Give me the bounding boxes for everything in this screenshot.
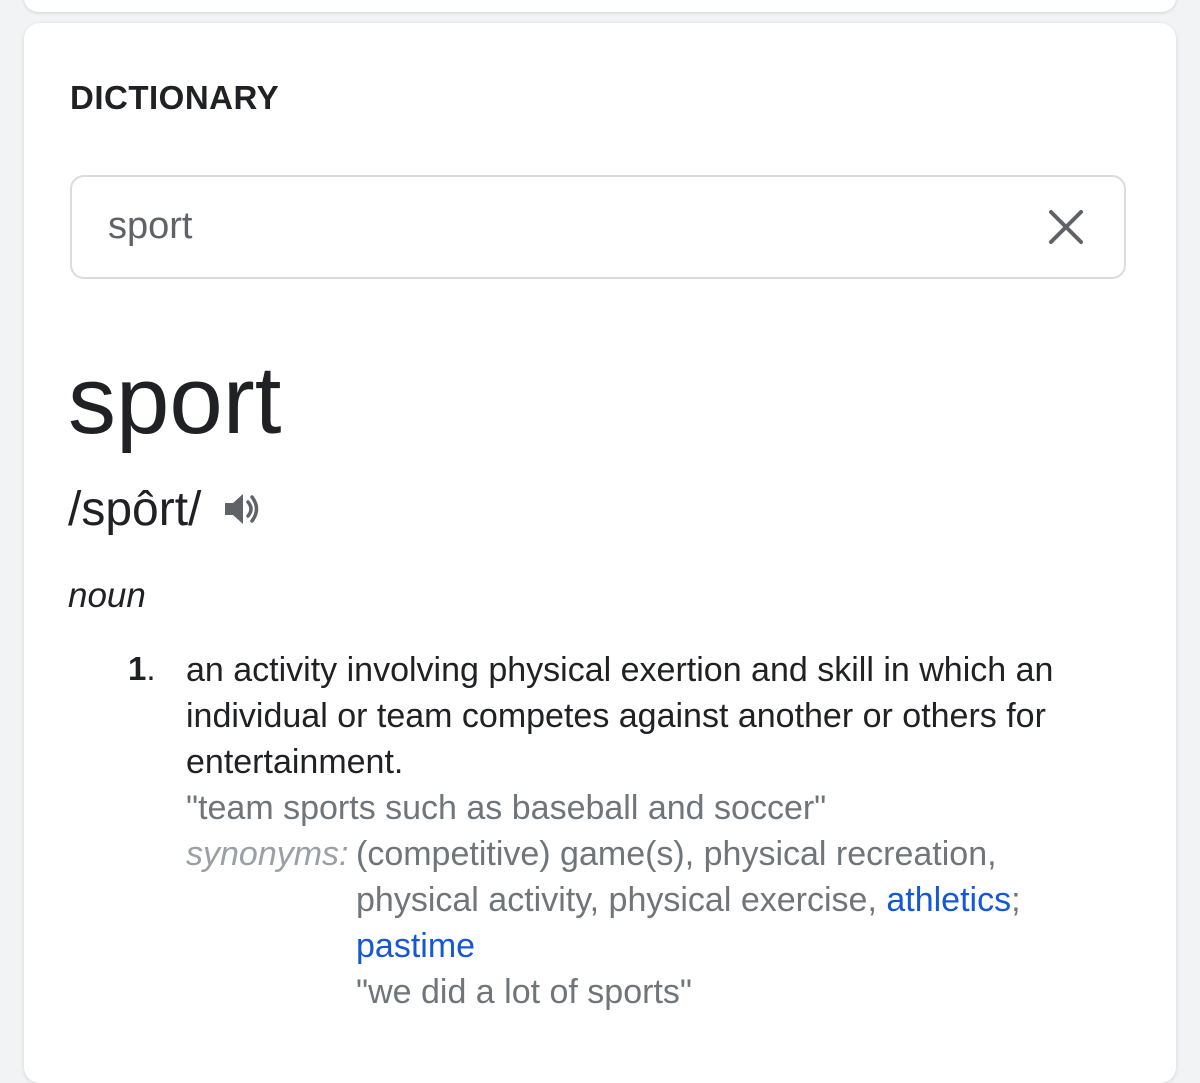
definition-text: an activity involving physical exertion … bbox=[186, 651, 1054, 781]
part-of-speech: noun bbox=[68, 576, 146, 615]
dictionary-card: DICTIONARY sport sport /spôrt/ noun 1. a… bbox=[24, 23, 1176, 1083]
definition-body: an activity involving physical exertion … bbox=[186, 647, 1126, 1015]
synonyms-label: synonyms: bbox=[186, 835, 349, 873]
synonym-link-pastime[interactable]: pastime bbox=[356, 927, 475, 965]
close-icon[interactable] bbox=[1046, 207, 1086, 247]
previous-card bbox=[24, 0, 1176, 12]
dictionary-search-box[interactable]: sport bbox=[70, 175, 1126, 279]
example-sentence-2: "we did a lot of sports" bbox=[356, 973, 692, 1011]
pronunciation-row: /spôrt/ bbox=[68, 479, 265, 539]
headword: sport bbox=[68, 347, 282, 454]
synonym-link-athletics[interactable]: athletics bbox=[886, 881, 1011, 919]
search-input[interactable]: sport bbox=[108, 205, 192, 248]
phonetic-text: /spôrt/ bbox=[68, 482, 202, 536]
speaker-icon[interactable] bbox=[221, 487, 265, 531]
synonyms-row: synonyms: (competitive) game(s), physica… bbox=[186, 831, 1126, 969]
synonyms-separator: ; bbox=[1011, 881, 1021, 919]
synonyms-list: (competitive) game(s), physical recreati… bbox=[356, 831, 1126, 969]
definition-number: 1. bbox=[128, 650, 156, 687]
definition-number-value: 1 bbox=[128, 650, 147, 687]
section-title: DICTIONARY bbox=[70, 79, 280, 116]
example-sentence: "team sports such as baseball and soccer… bbox=[186, 789, 827, 827]
